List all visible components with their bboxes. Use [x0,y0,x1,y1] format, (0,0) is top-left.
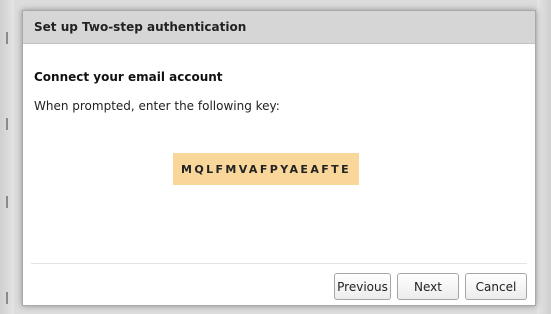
auth-key-box: MQLFMVAFPYAEAFTE [173,153,359,185]
dialog-header: Set up Two-step authentication [23,11,535,44]
backdrop-tick-mark [6,118,8,130]
backdrop-tick-mark [6,292,8,304]
previous-button[interactable]: Previous [334,273,391,300]
two-step-auth-dialog: Set up Two-step authentication Connect y… [22,10,536,306]
backdrop-tick-mark [6,32,8,44]
footer-divider [31,263,527,264]
backdrop-tick-mark [6,196,8,208]
section-title: Connect your email account [34,70,223,84]
dialog-title: Set up Two-step authentication [34,20,247,34]
backdrop-right-edge [537,0,551,314]
auth-key-text: MQLFMVAFPYAEAFTE [180,162,351,176]
cancel-button[interactable]: Cancel [465,273,527,300]
backdrop-left-edge [0,0,14,314]
next-button[interactable]: Next [397,273,459,300]
instruction-text: When prompted, enter the following key: [34,99,280,113]
